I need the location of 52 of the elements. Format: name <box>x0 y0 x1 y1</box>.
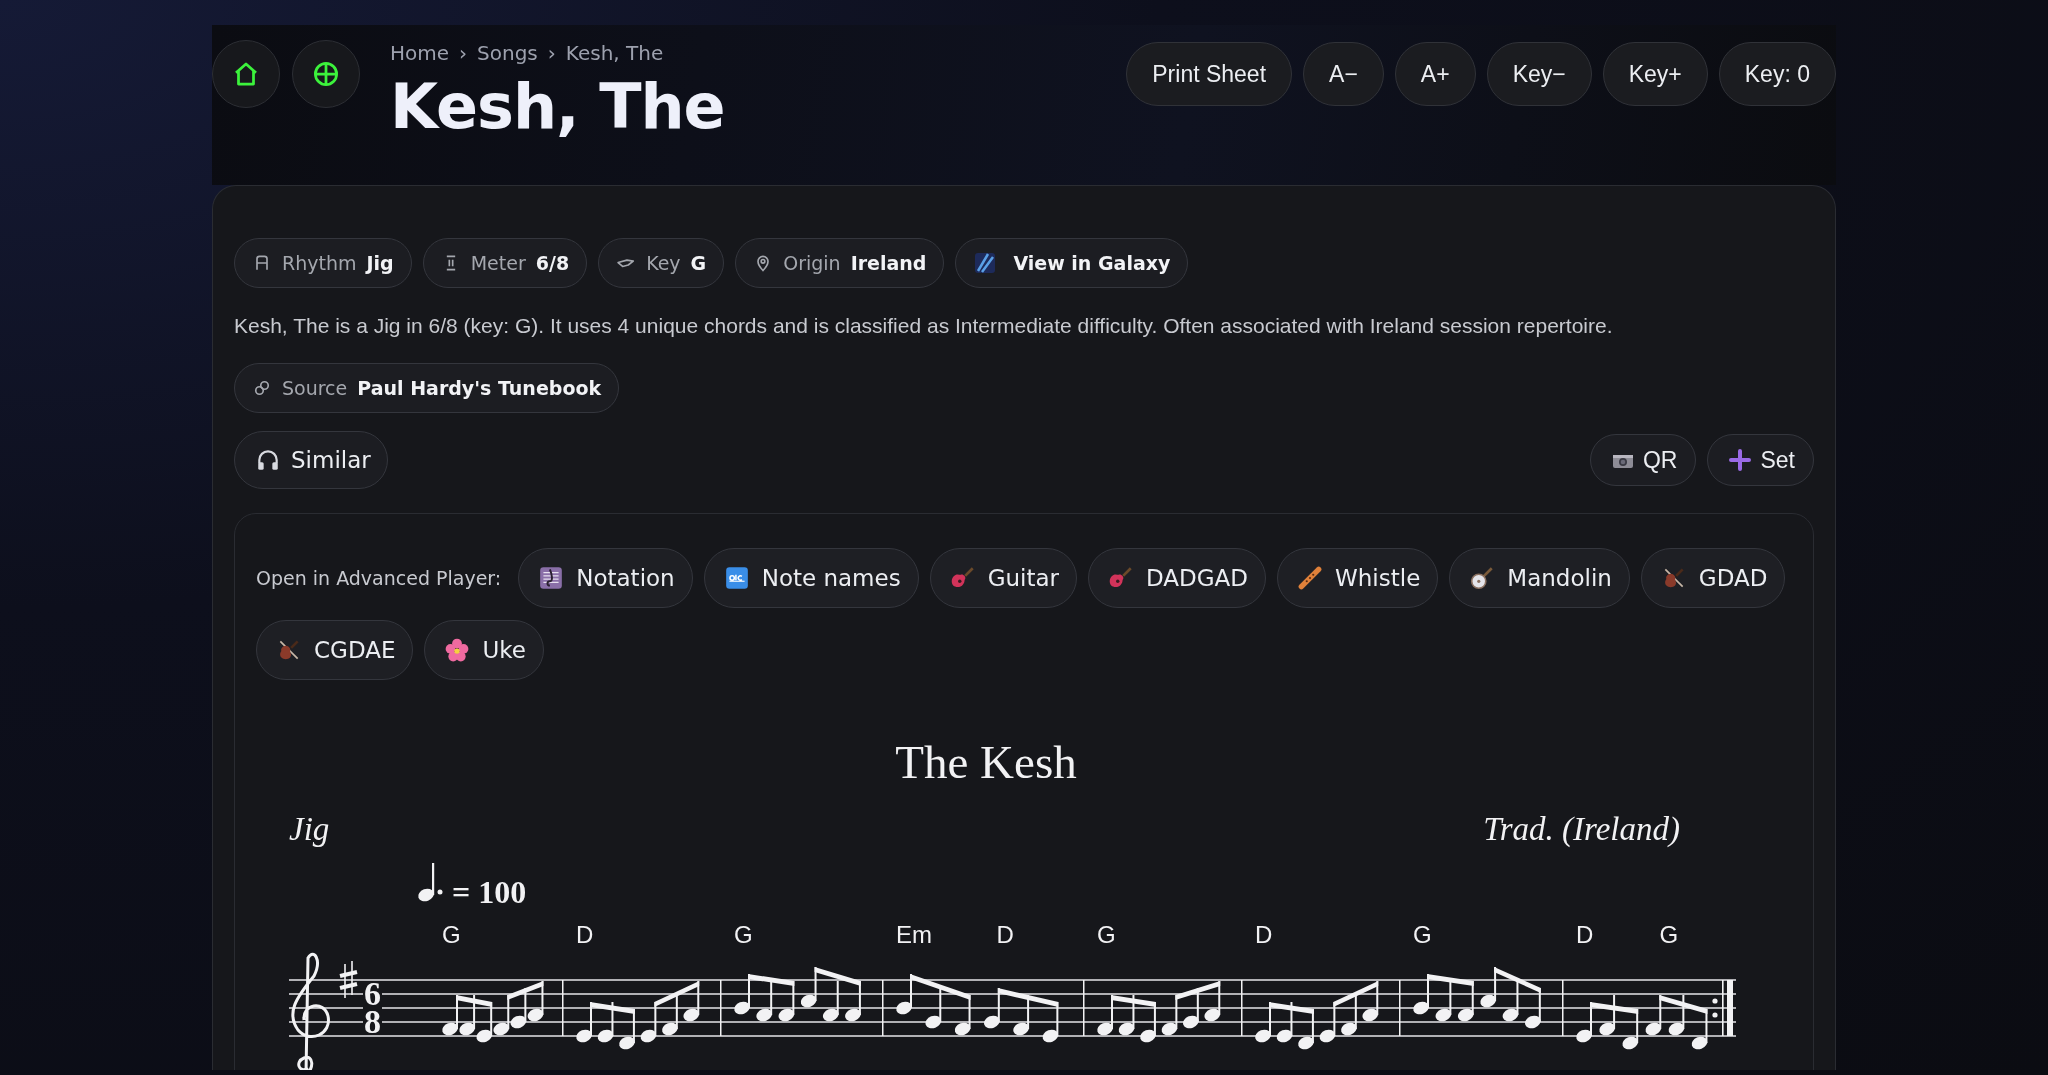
font-larger-button[interactable]: A+ <box>1394 42 1476 106</box>
chord-label: D <box>996 921 1014 949</box>
chip-value: G <box>690 252 707 274</box>
chip-label: Meter <box>470 252 526 274</box>
print-button[interactable]: Print Sheet <box>1126 42 1293 106</box>
key-up-button[interactable]: Key+ <box>1602 42 1708 106</box>
chord-label: G <box>442 921 461 949</box>
player-option[interactable]: CGDAE <box>256 620 414 681</box>
rhythm-label: Jig <box>289 811 330 848</box>
chip-value: Paul Hardy's Tunebook <box>357 377 602 400</box>
player-label: Open in Advanced Player: <box>256 567 502 590</box>
chord-label: D <box>1255 921 1273 949</box>
source-link[interactable]: Source Paul Hardy's Tunebook <box>234 363 620 414</box>
chip-value: 6/8 <box>535 252 570 274</box>
breadcrumb-link[interactable]: Home <box>390 41 450 65</box>
player-option[interactable]: Uke <box>424 620 544 681</box>
player-option[interactable]: Mandolin <box>1449 548 1630 609</box>
chord-label: G <box>1097 921 1116 949</box>
player-option[interactable]: GDAD <box>1640 548 1786 609</box>
qr-button[interactable]: QR <box>1589 434 1697 487</box>
chord-label: G <box>734 921 753 949</box>
chord-label: Em <box>896 921 932 949</box>
chip-label: Origin <box>783 252 841 274</box>
player-option[interactable]: DADGAD <box>1088 548 1267 609</box>
galaxy-link[interactable]: View in Galaxy <box>955 238 1189 288</box>
chip-value: Ireland <box>850 252 927 274</box>
chip-value: Jig <box>366 252 394 274</box>
chord-label: G <box>1659 921 1679 949</box>
chip-label: Source <box>282 377 348 400</box>
chord-label: G <box>1413 921 1432 949</box>
breadcrumb-separator: › <box>547 41 556 65</box>
sheet-title: The Kesh <box>895 736 1077 789</box>
player-option[interactable]: Notation <box>518 548 693 609</box>
breadcrumb-separator: › <box>459 41 468 65</box>
composer-label: Trad. (Ireland) <box>1483 811 1680 848</box>
chip-label: Rhythm <box>282 252 357 274</box>
font-smaller-button[interactable]: A− <box>1303 42 1384 106</box>
breadcrumb-link[interactable]: Songs <box>477 41 538 65</box>
breadcrumb-current: Kesh, The <box>565 41 664 65</box>
page-title: Kesh, The <box>390 73 726 142</box>
add-to-set-button[interactable]: Set <box>1707 434 1814 487</box>
player-option[interactable]: Whistle <box>1277 548 1439 609</box>
chord-label: D <box>1576 921 1594 949</box>
player-option[interactable]: Note names <box>703 548 919 609</box>
chip-label: Key <box>646 252 681 274</box>
description: Kesh, The is a Jig in 6/8 (key: G). It uses 4 unique chords and is classified as Intermediate difficulty. Often associated with Ireland session repertoire. <box>234 313 1614 339</box>
player-option[interactable]: Guitar <box>929 548 1077 609</box>
key-down-button[interactable]: Key− <box>1486 42 1592 106</box>
chord-label: D <box>576 921 594 949</box>
similar-button[interactable]: Similar <box>234 431 388 490</box>
key-button[interactable]: Key: 0 <box>1718 42 1836 106</box>
tempo-label: = 100 <box>452 874 527 911</box>
